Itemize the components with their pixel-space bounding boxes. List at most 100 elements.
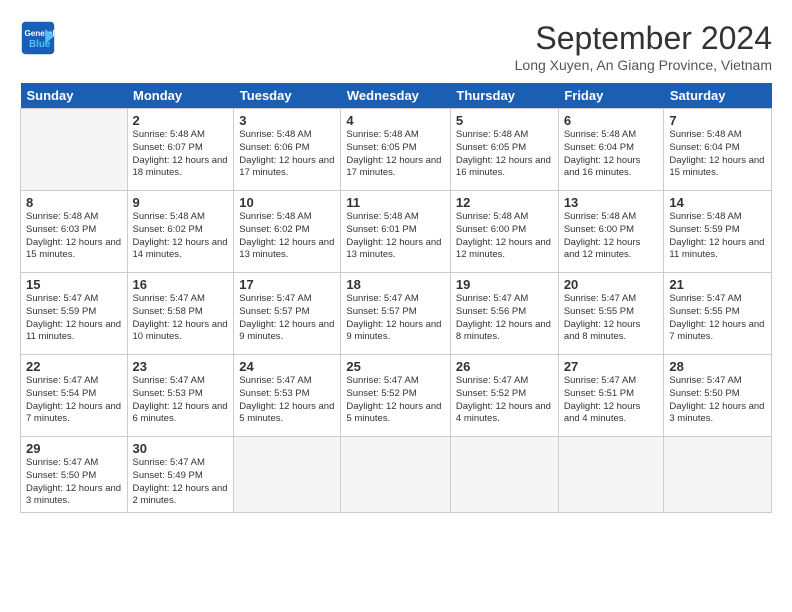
day-info: Sunrise: 5:47 AMSunset: 5:58 PMDaylight:… <box>133 293 229 344</box>
day-number: 12 <box>456 195 553 210</box>
day-info: Sunrise: 5:48 AMSunset: 6:05 PMDaylight:… <box>346 129 445 180</box>
day-cell-11: 11 Sunrise: 5:48 AMSunset: 6:01 PMDaylig… <box>341 191 451 273</box>
day-cell-20: 20 Sunrise: 5:47 AMSunset: 5:55 PMDaylig… <box>558 273 664 355</box>
day-info: Sunrise: 5:47 AMSunset: 5:53 PMDaylight:… <box>133 375 229 426</box>
empty-cell <box>21 109 128 191</box>
day-cell-4: 4 Sunrise: 5:48 AMSunset: 6:05 PMDayligh… <box>341 109 451 191</box>
month-title: September 2024 <box>515 20 772 57</box>
day-info: Sunrise: 5:47 AMSunset: 5:50 PMDaylight:… <box>669 375 766 426</box>
day-cell-18: 18 Sunrise: 5:47 AMSunset: 5:57 PMDaylig… <box>341 273 451 355</box>
logo: General Blue <box>20 20 56 56</box>
day-info: Sunrise: 5:48 AMSunset: 6:00 PMDaylight:… <box>456 211 553 262</box>
day-info: Sunrise: 5:47 AMSunset: 5:59 PMDaylight:… <box>26 293 122 344</box>
day-number: 25 <box>346 359 445 374</box>
day-info: Sunrise: 5:47 AMSunset: 5:53 PMDaylight:… <box>239 375 335 426</box>
day-number: 8 <box>26 195 122 210</box>
day-info: Sunrise: 5:47 AMSunset: 5:54 PMDaylight:… <box>26 375 122 426</box>
day-info: Sunrise: 5:48 AMSunset: 6:04 PMDaylight:… <box>564 129 659 180</box>
day-cell-29: 29 Sunrise: 5:47 AMSunset: 5:50 PMDaylig… <box>21 437 128 513</box>
day-number: 29 <box>26 441 122 456</box>
day-number: 24 <box>239 359 335 374</box>
day-cell-25: 25 Sunrise: 5:47 AMSunset: 5:52 PMDaylig… <box>341 355 451 437</box>
week-row-1: 2 Sunrise: 5:48 AMSunset: 6:07 PMDayligh… <box>21 109 772 191</box>
empty-cell <box>664 437 772 513</box>
col-thursday: Thursday <box>450 83 558 109</box>
day-info: Sunrise: 5:48 AMSunset: 6:02 PMDaylight:… <box>239 211 335 262</box>
day-number: 3 <box>239 113 335 128</box>
col-tuesday: Tuesday <box>234 83 341 109</box>
day-cell-23: 23 Sunrise: 5:47 AMSunset: 5:53 PMDaylig… <box>127 355 234 437</box>
day-number: 13 <box>564 195 659 210</box>
day-cell-19: 19 Sunrise: 5:47 AMSunset: 5:56 PMDaylig… <box>450 273 558 355</box>
day-info: Sunrise: 5:47 AMSunset: 5:57 PMDaylight:… <box>346 293 445 344</box>
day-number: 9 <box>133 195 229 210</box>
day-info: Sunrise: 5:48 AMSunset: 6:05 PMDaylight:… <box>456 129 553 180</box>
day-number: 14 <box>669 195 766 210</box>
day-info: Sunrise: 5:48 AMSunset: 6:06 PMDaylight:… <box>239 129 335 180</box>
col-friday: Friday <box>558 83 664 109</box>
day-number: 21 <box>669 277 766 292</box>
day-info: Sunrise: 5:48 AMSunset: 6:00 PMDaylight:… <box>564 211 659 262</box>
day-number: 10 <box>239 195 335 210</box>
location-subtitle: Long Xuyen, An Giang Province, Vietnam <box>515 57 772 73</box>
empty-cell <box>558 437 664 513</box>
day-number: 20 <box>564 277 659 292</box>
day-info: Sunrise: 5:47 AMSunset: 5:57 PMDaylight:… <box>239 293 335 344</box>
day-cell-27: 27 Sunrise: 5:47 AMSunset: 5:51 PMDaylig… <box>558 355 664 437</box>
week-row-3: 15 Sunrise: 5:47 AMSunset: 5:59 PMDaylig… <box>21 273 772 355</box>
day-cell-5: 5 Sunrise: 5:48 AMSunset: 6:05 PMDayligh… <box>450 109 558 191</box>
day-info: Sunrise: 5:47 AMSunset: 5:49 PMDaylight:… <box>133 457 229 508</box>
day-cell-7: 7 Sunrise: 5:48 AMSunset: 6:04 PMDayligh… <box>664 109 772 191</box>
day-cell-13: 13 Sunrise: 5:48 AMSunset: 6:00 PMDaylig… <box>558 191 664 273</box>
day-number: 30 <box>133 441 229 456</box>
day-number: 19 <box>456 277 553 292</box>
day-number: 6 <box>564 113 659 128</box>
day-cell-6: 6 Sunrise: 5:48 AMSunset: 6:04 PMDayligh… <box>558 109 664 191</box>
day-info: Sunrise: 5:47 AMSunset: 5:52 PMDaylight:… <box>346 375 445 426</box>
calendar-header-row: Sunday Monday Tuesday Wednesday Thursday… <box>21 83 772 109</box>
day-cell-8: 8 Sunrise: 5:48 AMSunset: 6:03 PMDayligh… <box>21 191 128 273</box>
empty-cell <box>450 437 558 513</box>
day-info: Sunrise: 5:48 AMSunset: 6:01 PMDaylight:… <box>346 211 445 262</box>
day-number: 28 <box>669 359 766 374</box>
day-info: Sunrise: 5:47 AMSunset: 5:55 PMDaylight:… <box>669 293 766 344</box>
day-number: 2 <box>133 113 229 128</box>
week-row-2: 8 Sunrise: 5:48 AMSunset: 6:03 PMDayligh… <box>21 191 772 273</box>
day-info: Sunrise: 5:47 AMSunset: 5:51 PMDaylight:… <box>564 375 659 426</box>
col-sunday: Sunday <box>21 83 128 109</box>
day-number: 16 <box>133 277 229 292</box>
day-number: 5 <box>456 113 553 128</box>
day-number: 27 <box>564 359 659 374</box>
day-info: Sunrise: 5:48 AMSunset: 5:59 PMDaylight:… <box>669 211 766 262</box>
day-info: Sunrise: 5:48 AMSunset: 6:02 PMDaylight:… <box>133 211 229 262</box>
day-number: 26 <box>456 359 553 374</box>
day-cell-14: 14 Sunrise: 5:48 AMSunset: 5:59 PMDaylig… <box>664 191 772 273</box>
day-number: 15 <box>26 277 122 292</box>
day-number: 22 <box>26 359 122 374</box>
day-cell-28: 28 Sunrise: 5:47 AMSunset: 5:50 PMDaylig… <box>664 355 772 437</box>
title-area: September 2024 Long Xuyen, An Giang Prov… <box>515 20 772 73</box>
day-info: Sunrise: 5:48 AMSunset: 6:04 PMDaylight:… <box>669 129 766 180</box>
day-cell-22: 22 Sunrise: 5:47 AMSunset: 5:54 PMDaylig… <box>21 355 128 437</box>
day-number: 17 <box>239 277 335 292</box>
day-number: 18 <box>346 277 445 292</box>
day-cell-10: 10 Sunrise: 5:48 AMSunset: 6:02 PMDaylig… <box>234 191 341 273</box>
day-cell-15: 15 Sunrise: 5:47 AMSunset: 5:59 PMDaylig… <box>21 273 128 355</box>
day-cell-12: 12 Sunrise: 5:48 AMSunset: 6:00 PMDaylig… <box>450 191 558 273</box>
header: General Blue September 2024 Long Xuyen, … <box>20 20 772 73</box>
day-number: 23 <box>133 359 229 374</box>
day-info: Sunrise: 5:48 AMSunset: 6:03 PMDaylight:… <box>26 211 122 262</box>
day-info: Sunrise: 5:48 AMSunset: 6:07 PMDaylight:… <box>133 129 229 180</box>
day-info: Sunrise: 5:47 AMSunset: 5:55 PMDaylight:… <box>564 293 659 344</box>
week-row-4: 22 Sunrise: 5:47 AMSunset: 5:54 PMDaylig… <box>21 355 772 437</box>
col-monday: Monday <box>127 83 234 109</box>
day-cell-26: 26 Sunrise: 5:47 AMSunset: 5:52 PMDaylig… <box>450 355 558 437</box>
day-cell-17: 17 Sunrise: 5:47 AMSunset: 5:57 PMDaylig… <box>234 273 341 355</box>
day-cell-2: 2 Sunrise: 5:48 AMSunset: 6:07 PMDayligh… <box>127 109 234 191</box>
day-cell-9: 9 Sunrise: 5:48 AMSunset: 6:02 PMDayligh… <box>127 191 234 273</box>
calendar-table: Sunday Monday Tuesday Wednesday Thursday… <box>20 83 772 513</box>
day-cell-24: 24 Sunrise: 5:47 AMSunset: 5:53 PMDaylig… <box>234 355 341 437</box>
col-wednesday: Wednesday <box>341 83 451 109</box>
day-info: Sunrise: 5:47 AMSunset: 5:50 PMDaylight:… <box>26 457 122 508</box>
empty-cell <box>234 437 341 513</box>
